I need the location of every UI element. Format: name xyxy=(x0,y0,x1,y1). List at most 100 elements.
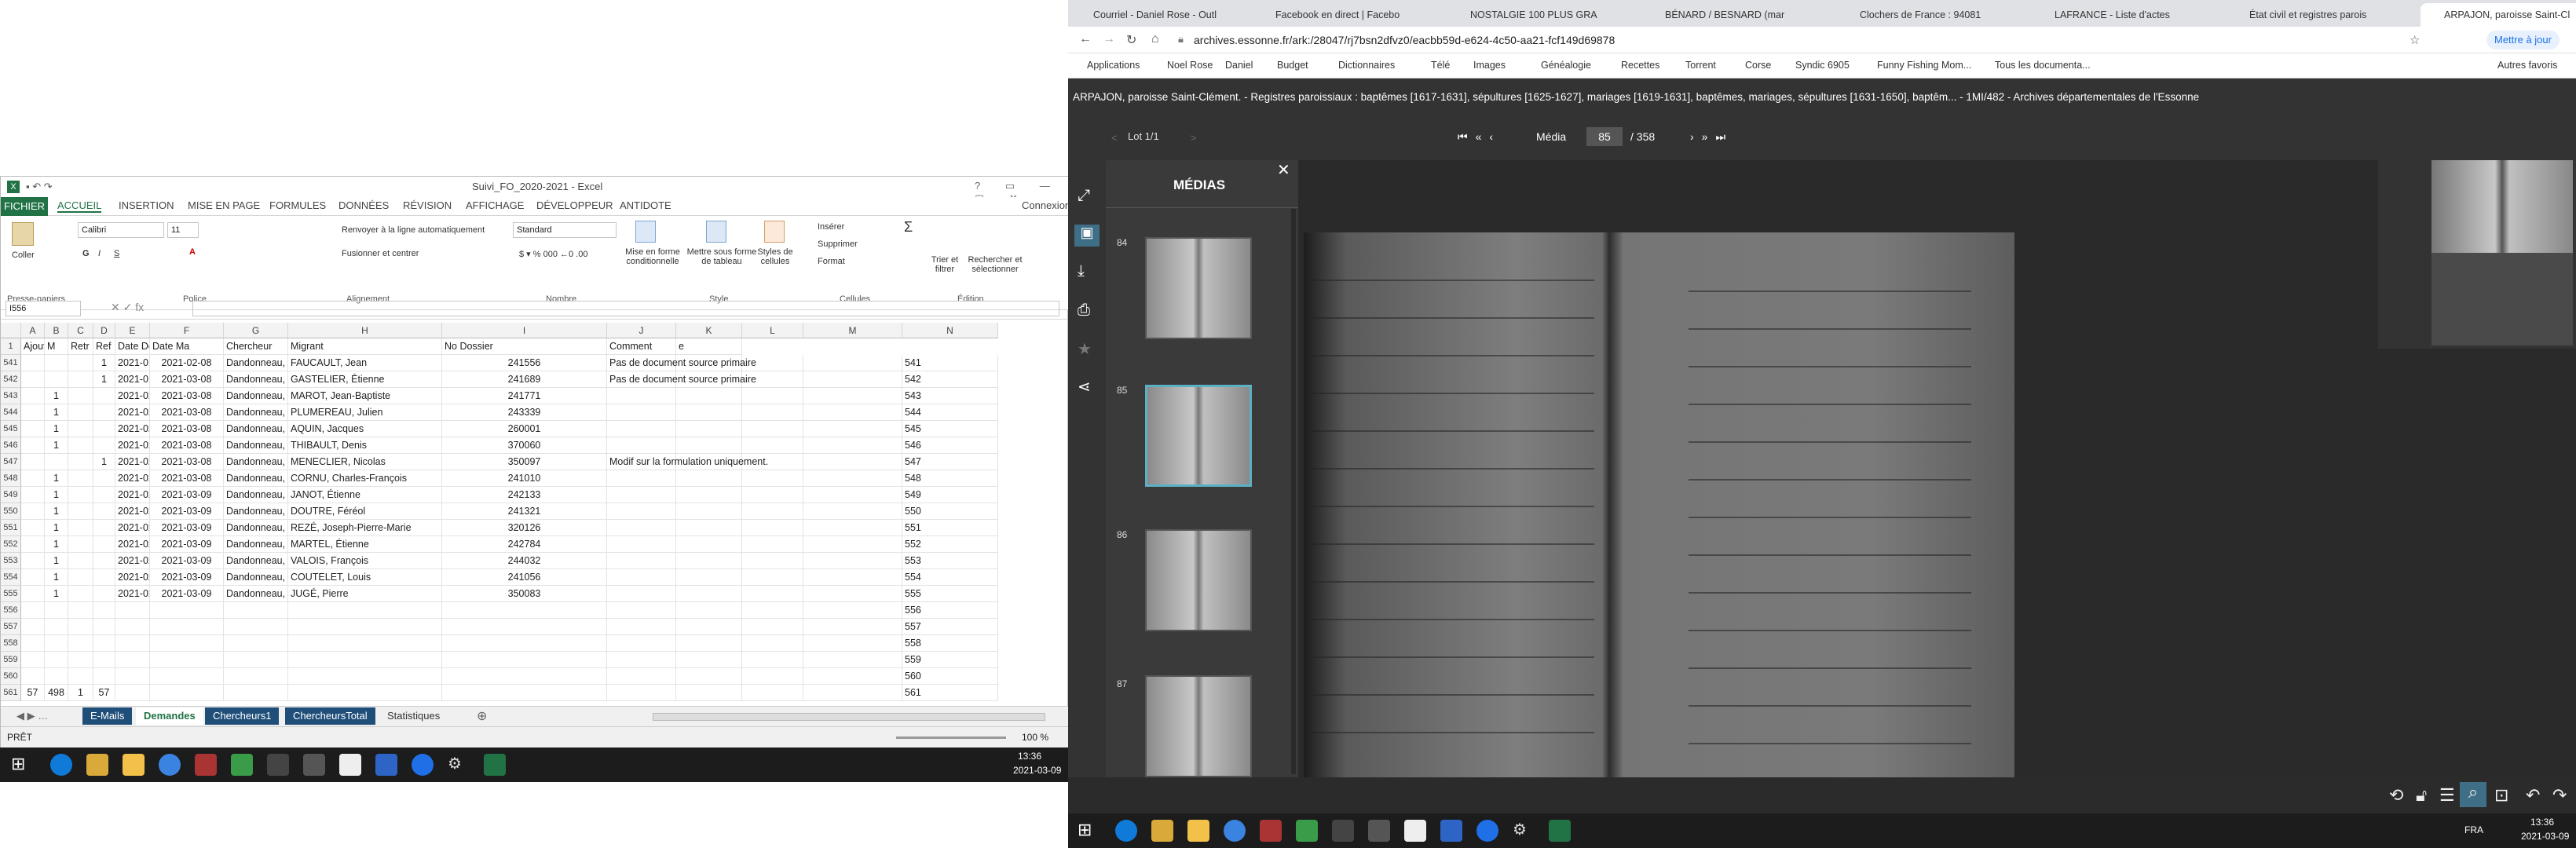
number-format-icons[interactable]: $ ▾ % 000 ←0 .00 xyxy=(519,249,587,259)
table-cell[interactable] xyxy=(676,470,742,487)
bookmark-item[interactable]: Noel Rose xyxy=(1167,60,1213,71)
table-cell[interactable] xyxy=(21,388,45,404)
table-cell[interactable] xyxy=(676,520,742,536)
edge-icon[interactable] xyxy=(1115,820,1137,842)
table-cell[interactable]: 1 xyxy=(93,371,115,388)
table-cell[interactable]: 2021-02-01 xyxy=(115,421,150,437)
column-header[interactable]: N xyxy=(902,323,998,338)
table-cell[interactable]: 241771 xyxy=(442,388,607,404)
table-cell[interactable] xyxy=(224,635,288,652)
forward-icon[interactable]: → xyxy=(1103,32,1115,46)
table-cell[interactable]: Dandonneau, Lise xyxy=(224,503,288,520)
table-cell[interactable] xyxy=(115,652,150,668)
table-cell[interactable]: 557 xyxy=(902,619,998,635)
table-cell[interactable]: 550 xyxy=(902,503,998,520)
table-cell[interactable]: 2021-01-31 xyxy=(115,355,150,371)
table-cell[interactable]: 541 xyxy=(902,355,998,371)
table-cell[interactable] xyxy=(742,421,803,437)
table-cell[interactable] xyxy=(742,470,803,487)
table-cell[interactable]: 542 xyxy=(902,371,998,388)
bookmark-item[interactable]: Torrent xyxy=(1685,60,1716,71)
table-cell[interactable] xyxy=(224,619,288,635)
explorer-icon[interactable] xyxy=(123,754,145,776)
table-cell[interactable] xyxy=(93,668,115,685)
table-cell[interactable] xyxy=(150,619,224,635)
table-cell[interactable] xyxy=(150,652,224,668)
column-header[interactable]: D xyxy=(93,323,115,338)
table-cell[interactable]: 241056 xyxy=(442,569,607,586)
tab-view[interactable]: AFFICHAGE xyxy=(466,199,524,211)
table-cell[interactable] xyxy=(68,437,93,454)
table-cell[interactable] xyxy=(607,569,676,586)
table-cell[interactable]: Pas de document source primaire xyxy=(607,355,756,371)
table-cell[interactable] xyxy=(21,503,45,520)
table-cell[interactable] xyxy=(607,421,676,437)
table-cell[interactable]: 370060 xyxy=(442,437,607,454)
table-cell[interactable]: 1 xyxy=(45,569,68,586)
bookmark-item[interactable]: Applications xyxy=(1087,60,1140,71)
table-cell[interactable]: 350083 xyxy=(442,586,607,602)
table-cell[interactable] xyxy=(803,619,902,635)
table-cell[interactable]: COUTELET, Louis xyxy=(288,569,442,586)
table-cell[interactable]: 1 xyxy=(45,421,68,437)
row-header[interactable]: 541 xyxy=(1,355,21,371)
sheet-tab-demandes[interactable]: Demandes xyxy=(136,707,203,725)
app3-icon[interactable] xyxy=(1332,820,1354,842)
table-cell[interactable] xyxy=(742,668,803,685)
table-cell[interactable] xyxy=(742,569,803,586)
app2-icon[interactable] xyxy=(231,754,253,776)
table-cell[interactable] xyxy=(607,487,676,503)
table-cell[interactable] xyxy=(742,586,803,602)
table-cell[interactable] xyxy=(224,652,288,668)
browser-tab[interactable]: Facebook en direct | Facebo xyxy=(1252,3,1429,27)
table-cell[interactable]: 2021-03-09 xyxy=(150,569,224,586)
table-cell[interactable]: 1 xyxy=(45,437,68,454)
table-cell[interactable] xyxy=(607,536,676,553)
table-cell[interactable] xyxy=(742,652,803,668)
info-app-icon[interactable] xyxy=(412,754,434,776)
table-cell[interactable] xyxy=(21,470,45,487)
font-name-select[interactable]: Calibri xyxy=(78,222,164,238)
table-cell[interactable] xyxy=(607,437,676,454)
table-cell[interactable] xyxy=(803,569,902,586)
excel-taskbar-icon[interactable] xyxy=(484,754,506,776)
table-cell[interactable] xyxy=(45,371,68,388)
table-cell[interactable]: 1 xyxy=(68,685,93,701)
table-cell[interactable] xyxy=(607,586,676,602)
row-header[interactable]: 542 xyxy=(1,371,21,388)
favorite-icon[interactable]: ★ xyxy=(1078,339,1092,359)
notepad-icon[interactable] xyxy=(339,754,361,776)
app4-icon[interactable] xyxy=(303,754,325,776)
table-cell[interactable] xyxy=(288,668,442,685)
table-cell[interactable] xyxy=(68,635,93,652)
table-cell[interactable] xyxy=(68,520,93,536)
table-cell[interactable] xyxy=(607,553,676,569)
table-cell[interactable] xyxy=(68,553,93,569)
wrap-text-button[interactable]: Renvoyer à la ligne automatiquement xyxy=(342,225,485,235)
table-cell[interactable]: 556 xyxy=(902,602,998,619)
paste-button[interactable]: Coller xyxy=(12,250,35,260)
table-cell[interactable]: 260001 xyxy=(442,421,607,437)
table-cell[interactable] xyxy=(93,569,115,586)
table-cell[interactable] xyxy=(21,404,45,421)
table-cell[interactable] xyxy=(803,421,902,437)
table-cell[interactable] xyxy=(224,668,288,685)
table-cell[interactable] xyxy=(93,602,115,619)
prev-lot-icon[interactable]: < xyxy=(1111,132,1118,144)
table-cell[interactable] xyxy=(93,586,115,602)
font-color-icon[interactable]: A xyxy=(189,247,196,257)
save-icon[interactable]: ▪ ↶ ↷ xyxy=(26,181,53,193)
table-cell[interactable] xyxy=(607,388,676,404)
tab-home[interactable]: ACCUEIL xyxy=(57,199,102,213)
table-cell[interactable]: 2021-02-01 xyxy=(115,404,150,421)
column-header[interactable]: I xyxy=(442,323,607,338)
table-cell[interactable]: 558 xyxy=(902,635,998,652)
table-cell[interactable]: Dandonneau, Lise xyxy=(224,553,288,569)
tab-review[interactable]: RÉVISION xyxy=(403,199,452,211)
other-bookmarks[interactable]: Autres favoris xyxy=(2497,60,2557,71)
table-cell[interactable] xyxy=(115,619,150,635)
table-cell[interactable]: FAUCAULT, Jean xyxy=(288,355,442,371)
table-cell[interactable]: MENECLIER, Nicolas xyxy=(288,454,442,470)
start-icon[interactable]: ⊞ xyxy=(11,754,33,776)
column-header[interactable]: L xyxy=(742,323,803,338)
